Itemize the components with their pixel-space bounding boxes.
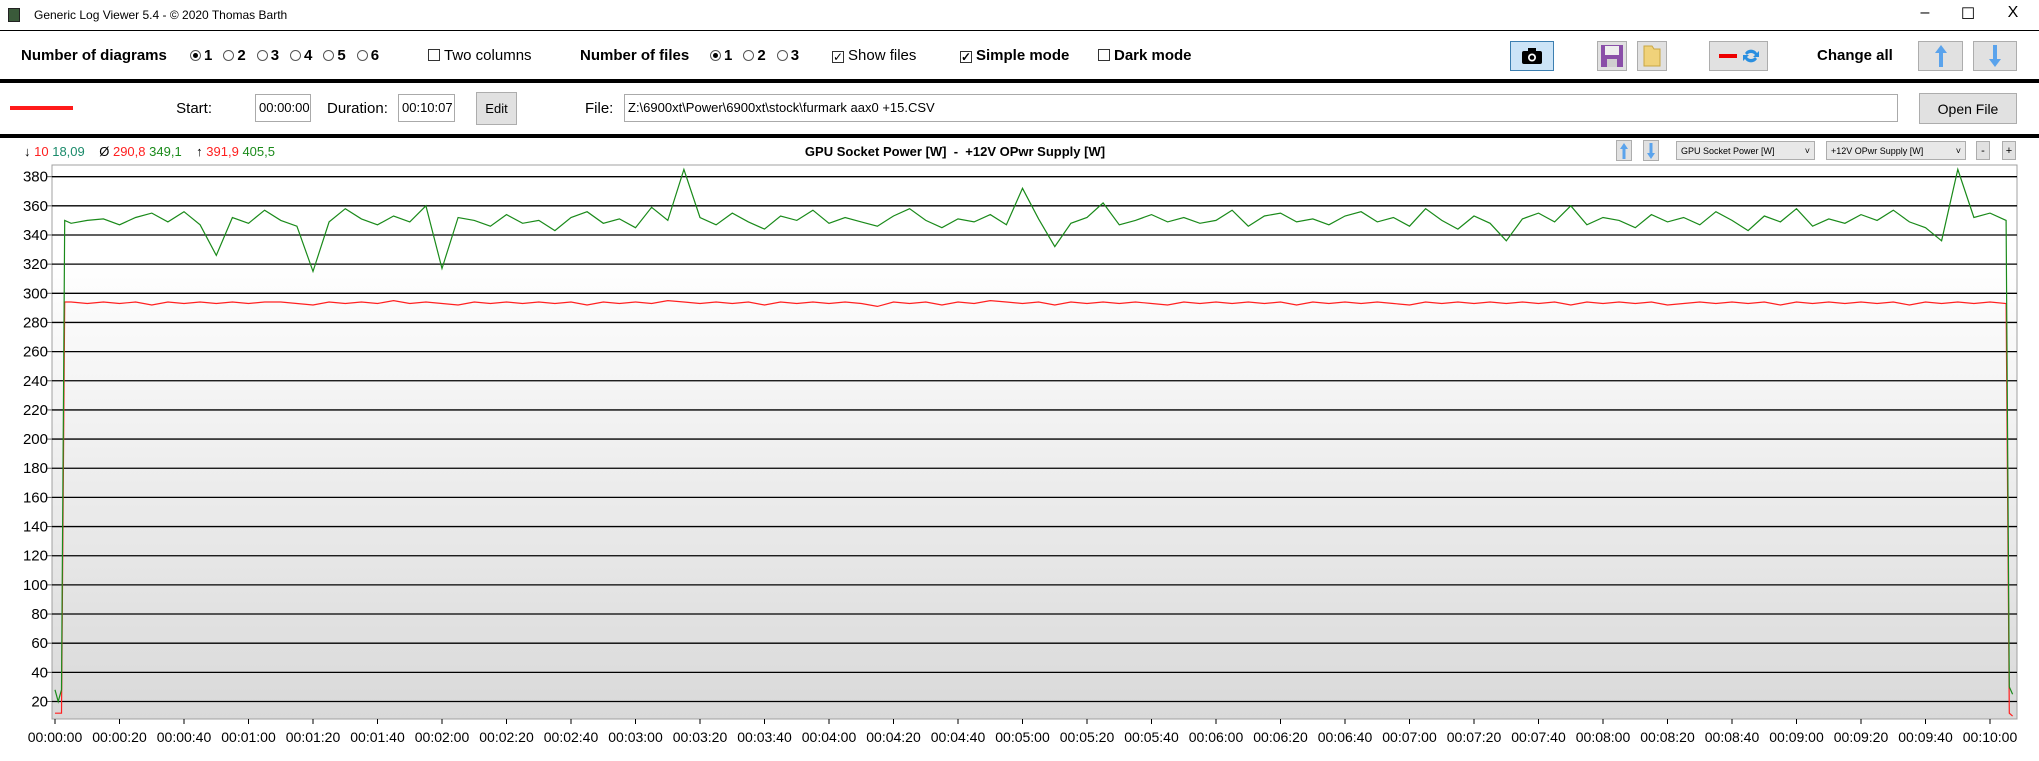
x-tick-label: 00:01:40 <box>350 729 405 745</box>
y-tick-label: 40 <box>31 664 48 681</box>
x-tick-label: 00:07:00 <box>1382 729 1437 745</box>
x-tick-label: 00:00:20 <box>92 729 147 745</box>
x-tick-label: 00:06:40 <box>1318 729 1373 745</box>
x-tick-label: 00:01:00 <box>221 729 276 745</box>
y-tick-label: 120 <box>23 548 48 565</box>
y-tick-label: 340 <box>23 227 48 244</box>
x-tick-label: 00:05:40 <box>1124 729 1179 745</box>
x-tick-label: 00:05:00 <box>995 729 1050 745</box>
x-tick-label: 00:07:20 <box>1447 729 1502 745</box>
x-tick-label: 00:06:20 <box>1253 729 1308 745</box>
x-tick-label: 00:06:00 <box>1189 729 1244 745</box>
y-tick-label: 240 <box>23 373 48 390</box>
y-tick-label: 140 <box>23 519 48 536</box>
y-tick-label: 300 <box>23 285 48 302</box>
y-tick-label: 20 <box>31 694 48 711</box>
y-tick-label: 360 <box>23 198 48 215</box>
x-tick-label: 00:02:00 <box>415 729 470 745</box>
y-tick-label: 60 <box>31 635 48 652</box>
x-tick-label: 00:09:20 <box>1834 729 1889 745</box>
x-tick-label: 00:04:40 <box>931 729 986 745</box>
x-tick-label: 00:08:20 <box>1640 729 1695 745</box>
x-tick-label: 00:04:00 <box>802 729 857 745</box>
y-tick-label: 160 <box>23 489 48 506</box>
x-tick-label: 00:02:40 <box>544 729 599 745</box>
y-tick-label: 280 <box>23 314 48 331</box>
x-tick-label: 00:03:20 <box>673 729 728 745</box>
y-tick-label: 260 <box>23 344 48 361</box>
y-tick-label: 100 <box>23 577 48 594</box>
x-tick-label: 00:09:40 <box>1898 729 1953 745</box>
x-tick-label: 00:04:20 <box>866 729 921 745</box>
y-tick-label: 180 <box>23 460 48 477</box>
x-tick-label: 00:00:00 <box>28 729 83 745</box>
x-tick-label: 00:03:00 <box>608 729 663 745</box>
y-tick-label: 80 <box>31 606 48 623</box>
x-tick-label: 00:01:20 <box>286 729 341 745</box>
x-tick-label: 00:03:40 <box>737 729 792 745</box>
x-tick-label: 00:09:00 <box>1769 729 1824 745</box>
y-tick-label: 200 <box>23 431 48 448</box>
x-tick-label: 00:10:00 <box>1963 729 2018 745</box>
line-chart[interactable]: 20 40 60 80 100 120 140 160 180 200 220 240 260 280 30… <box>0 0 2039 761</box>
y-tick-label: 320 <box>23 256 48 273</box>
y-tick-label: 220 <box>23 402 48 419</box>
y-tick-label: 380 <box>23 169 48 186</box>
x-tick-label: 00:08:00 <box>1576 729 1631 745</box>
x-tick-label: 00:08:40 <box>1705 729 1760 745</box>
x-tick-label: 00:00:40 <box>157 729 212 745</box>
plot-area <box>51 164 2018 720</box>
x-tick-label: 00:05:20 <box>1060 729 1115 745</box>
x-tick-label: 00:02:20 <box>479 729 534 745</box>
x-tick-label: 00:07:40 <box>1511 729 1566 745</box>
